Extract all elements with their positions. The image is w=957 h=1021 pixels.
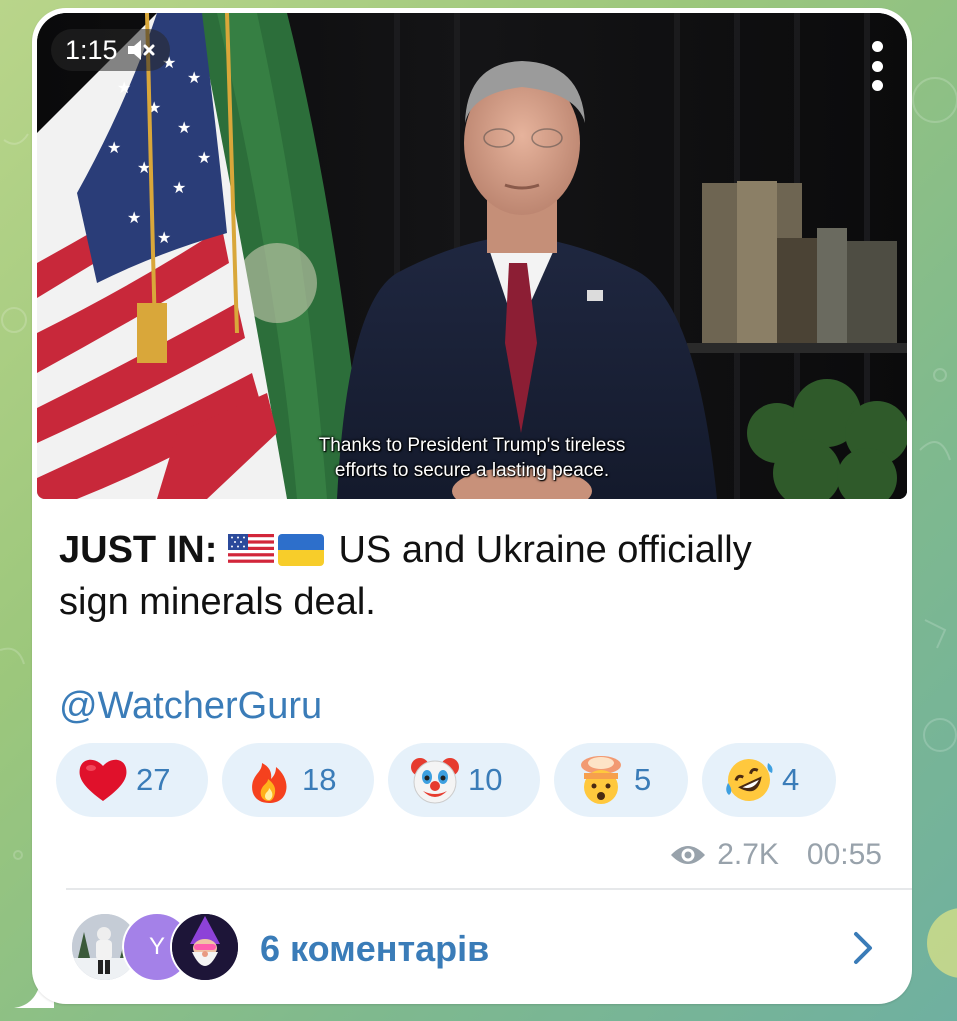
reaction-count: 5 bbox=[634, 762, 652, 797]
avatar-letter: Y bbox=[148, 933, 165, 960]
svg-text:★: ★ bbox=[177, 118, 191, 137]
avatar bbox=[170, 912, 240, 982]
reaction-count: 4 bbox=[782, 762, 800, 797]
rolling-laughing-icon bbox=[722, 753, 776, 807]
commenter-avatars: Y bbox=[70, 912, 240, 982]
side-action-button[interactable] bbox=[927, 908, 957, 978]
speaker-muted-icon[interactable] bbox=[126, 37, 156, 63]
reaction-clown-face[interactable]: 10 bbox=[388, 743, 540, 817]
video-subtitle: Thanks to President Trump's tireless eff… bbox=[37, 433, 907, 483]
video-duration: 1:15 bbox=[65, 34, 118, 65]
video-frame: ★★★ ★★★ ★★★ ★★★ bbox=[37, 13, 907, 499]
chevron-right-icon bbox=[854, 932, 872, 964]
us-flag-icon bbox=[227, 530, 274, 578]
message-text-line1: US and Ukraine officially bbox=[327, 529, 752, 571]
svg-text:★: ★ bbox=[117, 78, 131, 97]
post-meta: 2.7K 00:55 bbox=[669, 838, 882, 872]
ukraine-flag-icon bbox=[277, 530, 324, 578]
more-vertical-icon[interactable] bbox=[867, 41, 887, 91]
eye-icon bbox=[669, 843, 707, 867]
subtitle-line: efforts to secure a lasting peace. bbox=[334, 460, 610, 481]
views-count: 2.7K bbox=[717, 838, 779, 871]
reaction-exploding-head[interactable]: 5 bbox=[554, 743, 688, 817]
svg-text:★: ★ bbox=[172, 178, 186, 197]
message-text: JUST IN: US and Ukraine officially sign … bbox=[59, 526, 879, 626]
channel-mention-link[interactable]: @WatcherGuru bbox=[59, 682, 322, 730]
reaction-fire[interactable]: 18 bbox=[222, 743, 374, 817]
post-time: 00:55 bbox=[806, 838, 882, 871]
exploding-head-icon bbox=[574, 753, 628, 807]
message-text-line2: sign minerals deal. bbox=[59, 581, 376, 623]
reaction-count: 27 bbox=[136, 762, 171, 797]
reaction-red-heart[interactable]: 27 bbox=[56, 743, 208, 817]
reaction-rolling-laughing[interactable]: 4 bbox=[702, 743, 836, 817]
svg-text:★: ★ bbox=[157, 228, 171, 247]
video-player[interactable]: ★★★ ★★★ ★★★ ★★★ bbox=[37, 13, 907, 499]
video-duration-badge: 1:15 bbox=[51, 29, 170, 71]
svg-text:★: ★ bbox=[127, 208, 141, 227]
comments-count-label: 6 коментарів bbox=[260, 928, 490, 969]
comments-button[interactable]: Y 6 коментарів bbox=[32, 890, 912, 1004]
reactions-bar: 27 18 10 5 4 bbox=[56, 743, 836, 817]
channel-post-bubble: ★★★ ★★★ ★★★ ★★★ bbox=[32, 8, 912, 1004]
reaction-count: 10 bbox=[468, 762, 503, 797]
reaction-count: 18 bbox=[302, 762, 337, 797]
svg-text:★: ★ bbox=[107, 138, 121, 157]
svg-text:★: ★ bbox=[197, 148, 211, 167]
subtitle-line: Thanks to President Trump's tireless bbox=[318, 435, 626, 456]
message-bold-prefix: JUST IN: bbox=[59, 529, 218, 571]
svg-text:★: ★ bbox=[187, 68, 201, 87]
red-heart-icon bbox=[76, 753, 130, 807]
fire-icon bbox=[242, 753, 296, 807]
clown-face-icon bbox=[408, 753, 462, 807]
